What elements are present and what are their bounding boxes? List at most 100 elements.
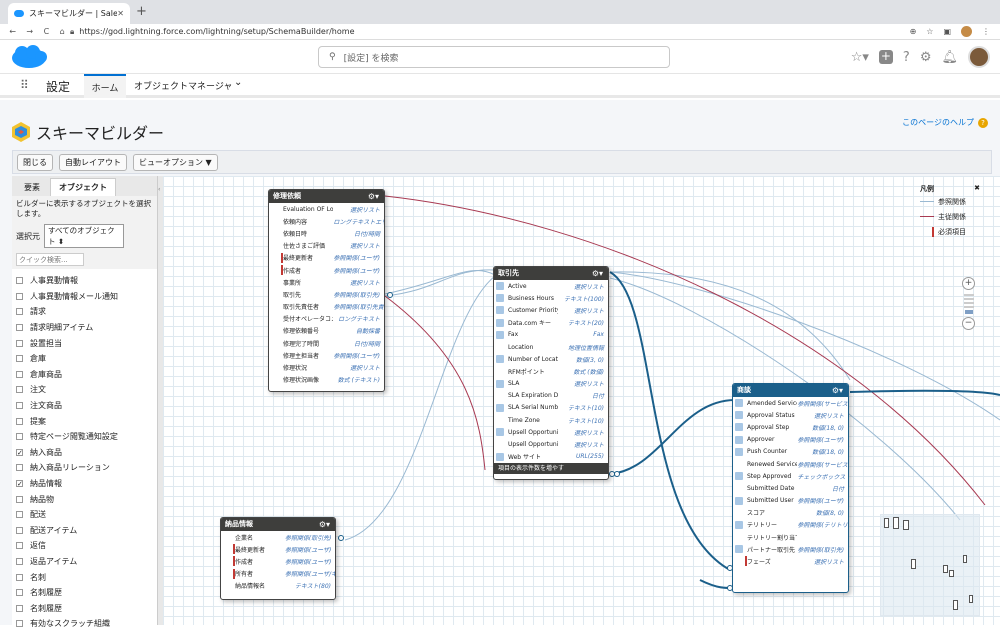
menu-icon[interactable]: ⋮: [982, 27, 990, 36]
field-row[interactable]: Renewed Service Contract参照関係(サービス契約): [733, 458, 848, 470]
page-help-link[interactable]: このページのヘルプ ?: [902, 117, 988, 128]
object-list-item[interactable]: 特定ページ閲覧通知設定: [16, 429, 157, 445]
field-row[interactable]: 受付オペレータコメントロングテキスト: [269, 313, 384, 325]
field-row[interactable]: 修理状況 選択リスト: [269, 361, 384, 373]
object-list-item[interactable]: 注文: [16, 382, 157, 398]
field-row[interactable]: Submitted User 参照関係(ユーザ): [733, 495, 848, 507]
field-row[interactable]: Web サイト URL(255): [494, 451, 608, 463]
checkbox[interactable]: [16, 573, 23, 581]
field-row[interactable]: Business Hours テキスト(100): [494, 292, 608, 304]
extension-icon[interactable]: ▣: [943, 27, 951, 36]
object-list-item[interactable]: ✓ 納品情報: [16, 476, 157, 492]
checked-checkbox[interactable]: ✓: [16, 448, 23, 456]
field-row[interactable]: Active 選択リスト: [494, 280, 608, 292]
checkbox[interactable]: [16, 557, 23, 565]
home-icon[interactable]: ⌂: [60, 27, 65, 36]
field-row[interactable]: 所有者 参照関係(ユーザ/キ): [221, 568, 335, 580]
checkbox[interactable]: [16, 292, 23, 300]
field-row[interactable]: RFMポイント 数式 (数値): [494, 365, 608, 377]
checkbox[interactable]: [16, 526, 23, 534]
field-row[interactable]: 依頼日時 日付/時間: [269, 227, 384, 239]
field-row[interactable]: Step Approved チェックボックス: [733, 470, 848, 482]
object-list-item[interactable]: 返品アイテム: [16, 554, 157, 570]
object-node-repair[interactable]: 修理依頼⚙▾ Evaluation OF Loke選択リスト依頼内容ロングテキス…: [268, 189, 385, 392]
profile-avatar[interactable]: [961, 26, 972, 37]
object-list-item[interactable]: 請求明細アイテム: [16, 320, 157, 336]
checkbox[interactable]: [16, 589, 23, 597]
field-row[interactable]: Approver 参照関係(ユーザ): [733, 434, 848, 446]
field-row[interactable]: 取引先責任者 参照関係(取引先責任者): [269, 301, 384, 313]
reload-icon[interactable]: C: [44, 27, 50, 36]
view-options-button[interactable]: ビューオプション ▼: [133, 153, 218, 171]
field-row[interactable]: Number of Locations数値(3, 0): [494, 353, 608, 365]
close-button[interactable]: 閉じる: [17, 153, 53, 171]
checkbox[interactable]: [16, 433, 23, 441]
checkbox[interactable]: [16, 277, 23, 285]
zoom-icon[interactable]: ⊕: [910, 27, 917, 36]
favorites-icon[interactable]: ☆▾: [851, 50, 869, 65]
field-row[interactable]: スコア 数値(8, 0): [733, 507, 848, 519]
object-list-item[interactable]: 名刺: [16, 569, 157, 585]
object-list-item[interactable]: 注文商品: [16, 398, 157, 414]
object-list-item[interactable]: 請求: [16, 304, 157, 320]
field-row[interactable]: Time Zone テキスト(10): [494, 414, 608, 426]
legend-close-icon[interactable]: ✖: [974, 184, 980, 194]
new-tab-icon[interactable]: +: [136, 4, 147, 19]
zoom-out-icon[interactable]: −: [962, 317, 975, 330]
field-row[interactable]: Upsell Opportunity選択リスト: [494, 426, 608, 438]
field-row[interactable]: 修理主担当者 参照関係(ユーザ): [269, 349, 384, 361]
add-icon[interactable]: +: [878, 50, 893, 64]
object-filter-select[interactable]: すべてのオブジェクト ⬍: [44, 224, 124, 248]
object-list-item[interactable]: 配送アイテム: [16, 523, 157, 539]
object-list-item[interactable]: 配送: [16, 507, 157, 523]
field-row[interactable]: SLA Expiration Date 日付: [494, 390, 608, 402]
zoom-in-icon[interactable]: +: [962, 277, 975, 290]
app-launcher-icon[interactable]: ⠿: [20, 79, 32, 92]
zoom-level-bar[interactable]: [964, 294, 974, 296]
checkbox[interactable]: [16, 339, 23, 347]
object-list-item[interactable]: 納入商品リレーション: [16, 460, 157, 476]
object-list-item[interactable]: 提案: [16, 413, 157, 429]
nav-tab-object-manager[interactable]: オブジェクトマネージャ: [134, 79, 232, 92]
object-list-item[interactable]: 人事異動情報メール通知: [16, 289, 157, 305]
nav-tab-home[interactable]: ホーム: [84, 74, 126, 98]
forward-icon[interactable]: →: [26, 27, 33, 36]
gear-icon[interactable]: ⚙▾: [592, 267, 603, 280]
show-more-fields-link[interactable]: 項目の表示件数を増やす: [494, 462, 608, 474]
field-row[interactable]: テリトリー参照関係(テリトリー): [733, 519, 848, 531]
checkbox[interactable]: [16, 542, 23, 550]
object-list-item[interactable]: 名刺履歴: [16, 600, 157, 616]
field-row[interactable]: 住佐さまご評価 選択リスト: [269, 240, 384, 252]
node-header[interactable]: 修理依頼 ⚙▾: [269, 190, 384, 203]
object-node-account[interactable]: 取引先 ⚙▾ Active 選択リスト Business Hours テキスト(100)…: [493, 266, 609, 480]
field-row[interactable]: Push Counter 数値(18, 0): [733, 446, 848, 458]
field-row[interactable]: 最終更新者 参照関係(ユーザ): [221, 543, 335, 555]
field-row[interactable]: 取引先 参照関係(取引先): [269, 288, 384, 300]
object-list-item[interactable]: 倉庫: [16, 351, 157, 367]
field-row[interactable]: Location 地理位置情報: [494, 341, 608, 353]
field-row[interactable]: Data.com キー テキスト(20): [494, 317, 608, 329]
object-list-item[interactable]: 返信: [16, 538, 157, 554]
field-row[interactable]: 作成者 参照関係(ユーザ): [221, 555, 335, 567]
checkbox[interactable]: [16, 604, 23, 612]
object-list-item[interactable]: ✓ 納入商品: [16, 445, 157, 461]
checkbox[interactable]: [16, 511, 23, 519]
object-node-opportunity[interactable]: 商談 ⚙▾ Amended Service Contract参照関係(サービス契約…: [732, 383, 849, 593]
auto-layout-button[interactable]: 自動レイアウト: [59, 153, 127, 171]
chevron-down-icon[interactable]: ⌄: [234, 77, 242, 88]
object-list-item[interactable]: 設置担当: [16, 335, 157, 351]
field-row[interactable]: 最終更新者 参照関係(ユーザ): [269, 252, 384, 264]
field-row[interactable]: Fax Fax: [494, 329, 608, 341]
browser-tab[interactable]: スキーマビルダー | Salesforce ✕: [8, 3, 130, 24]
zoom-level-bar[interactable]: [964, 302, 974, 304]
object-list-item[interactable]: 納品物: [16, 491, 157, 507]
node-header[interactable]: 商談 ⚙▾: [733, 384, 848, 397]
salesforce-logo-icon[interactable]: [10, 44, 48, 70]
field-row[interactable]: 事業所 選択リスト: [269, 276, 384, 288]
gear-icon[interactable]: ⚙▾: [319, 518, 330, 531]
object-list-item[interactable]: 名刺履歴: [16, 585, 157, 601]
zoom-level-bar[interactable]: [965, 310, 973, 314]
quick-search-input[interactable]: [16, 253, 84, 266]
tab-elements[interactable]: 要素: [16, 179, 48, 196]
field-row[interactable]: SLA Serial Numberテキスト(10): [494, 402, 608, 414]
